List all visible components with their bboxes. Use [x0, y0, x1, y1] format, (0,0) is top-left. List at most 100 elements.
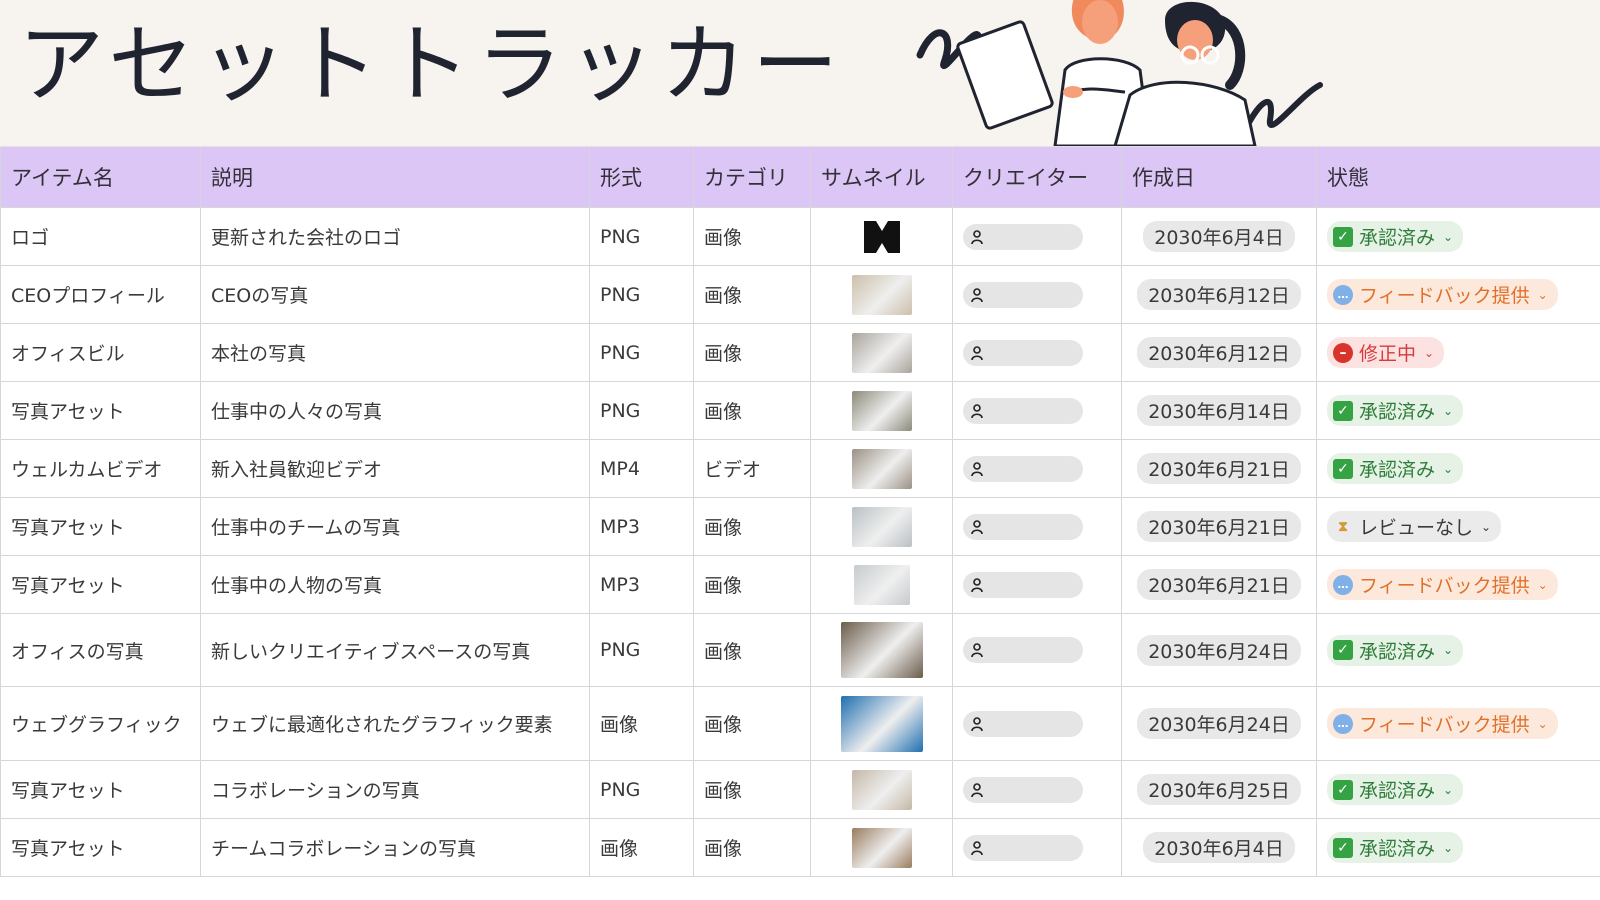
creator-cell[interactable]: [952, 686, 1122, 761]
status-select[interactable]: ✓ 承認済み ⌄: [1327, 634, 1464, 666]
format-cell[interactable]: 画像: [589, 686, 694, 761]
photo-thumbnail[interactable]: [853, 564, 910, 605]
thumbnail-cell[interactable]: [810, 760, 953, 819]
item-name-cell[interactable]: ウェルカムビデオ: [0, 439, 201, 498]
photo-thumbnail[interactable]: [851, 827, 912, 868]
status-select[interactable]: … フィードバック提供 ⌄: [1327, 279, 1558, 310]
status-cell[interactable]: ✓ 承認済み ⌄: [1316, 439, 1600, 498]
creator-pill[interactable]: [963, 223, 1083, 250]
table-row[interactable]: 写真アセット チームコラボレーションの写真 画像 画像 2030年6月4日 ✓ 承認済み ⌄: [0, 818, 1600, 877]
description-cell[interactable]: 新入社員歓迎ビデオ: [200, 439, 590, 498]
status-cell[interactable]: ✓ 承認済み ⌄: [1316, 818, 1600, 877]
photo-thumbnail[interactable]: [851, 332, 912, 373]
thumbnail-cell[interactable]: [810, 555, 953, 614]
category-cell[interactable]: 画像: [693, 497, 811, 556]
description-cell[interactable]: 仕事中のチームの写真: [200, 497, 590, 556]
column-header-creator[interactable]: クリエイター: [952, 147, 1122, 208]
column-header-description[interactable]: 説明: [200, 147, 590, 208]
status-select[interactable]: ✓ 承認済み ⌄: [1327, 774, 1464, 805]
thumbnail-cell[interactable]: [810, 613, 953, 687]
format-cell[interactable]: PNG: [589, 760, 694, 819]
photo-thumbnail[interactable]: [851, 448, 912, 489]
category-cell[interactable]: 画像: [693, 381, 811, 440]
status-cell[interactable]: … フィードバック提供 ⌄: [1316, 555, 1600, 614]
creator-cell[interactable]: [952, 497, 1122, 556]
created-date-cell[interactable]: 2030年6月24日: [1121, 686, 1317, 761]
column-header-category[interactable]: カテゴリ: [693, 147, 811, 208]
creator-cell[interactable]: [952, 555, 1122, 614]
table-row[interactable]: 写真アセット 仕事中の人物の写真 MP3 画像 2030年6月21日 … フィードバック提供…: [0, 555, 1600, 614]
item-name-cell[interactable]: オフィスの写真: [0, 613, 201, 687]
photo-thumbnail[interactable]: [840, 695, 923, 752]
created-date-cell[interactable]: 2030年6月25日: [1121, 760, 1317, 819]
photo-thumbnail[interactable]: [840, 622, 923, 678]
category-cell[interactable]: 画像: [693, 323, 811, 382]
item-name-cell[interactable]: 写真アセット: [0, 381, 201, 440]
table-row[interactable]: CEOプロフィール CEOの写真 PNG 画像 2030年6月12日 … フィードバック提供…: [0, 265, 1600, 324]
status-select[interactable]: … フィードバック提供 ⌄: [1327, 569, 1558, 600]
status-cell[interactable]: ✓ 承認済み ⌄: [1316, 613, 1600, 687]
creator-cell[interactable]: [952, 323, 1122, 382]
creator-cell[interactable]: [952, 439, 1122, 498]
created-date-cell[interactable]: 2030年6月4日: [1121, 207, 1317, 266]
description-cell[interactable]: コラボレーションの写真: [200, 760, 590, 819]
status-cell[interactable]: – 修正中 ⌄: [1316, 323, 1600, 382]
item-name-cell[interactable]: ロゴ: [0, 207, 201, 266]
description-cell[interactable]: 仕事中の人々の写真: [200, 381, 590, 440]
status-select[interactable]: … フィードバック提供 ⌄: [1327, 708, 1558, 739]
creator-cell[interactable]: [952, 760, 1122, 819]
status-select[interactable]: ✓ 承認済み ⌄: [1327, 221, 1464, 252]
thumbnail-cell[interactable]: [810, 497, 953, 556]
table-row[interactable]: 写真アセット 仕事中のチームの写真 MP3 画像 2030年6月21日 ⧗ レビューなし ⌄: [0, 497, 1600, 556]
creator-cell[interactable]: [952, 818, 1122, 877]
creator-pill[interactable]: [963, 637, 1083, 663]
creator-pill[interactable]: [963, 339, 1083, 366]
status-select[interactable]: ✓ 承認済み ⌄: [1327, 395, 1464, 426]
creator-pill[interactable]: [963, 281, 1083, 308]
format-cell[interactable]: 画像: [589, 818, 694, 877]
status-cell[interactable]: … フィードバック提供 ⌄: [1316, 265, 1600, 324]
format-cell[interactable]: PNG: [589, 613, 694, 687]
thumbnail-cell[interactable]: [810, 207, 953, 266]
column-header-thumbnail[interactable]: サムネイル: [810, 147, 953, 208]
item-name-cell[interactable]: オフィスビル: [0, 323, 201, 382]
status-cell[interactable]: … フィードバック提供 ⌄: [1316, 686, 1600, 761]
table-row[interactable]: 写真アセット コラボレーションの写真 PNG 画像 2030年6月25日 ✓ 承認済み ⌄: [0, 760, 1600, 819]
thumbnail-cell[interactable]: [810, 686, 953, 761]
photo-thumbnail[interactable]: [851, 506, 912, 547]
description-cell[interactable]: ウェブに最適化されたグラフィック要素: [200, 686, 590, 761]
table-row[interactable]: ウェルカムビデオ 新入社員歓迎ビデオ MP4 ビデオ 2030年6月21日 ✓ 承認済み ⌄: [0, 439, 1600, 498]
photo-thumbnail[interactable]: [851, 390, 912, 431]
table-row[interactable]: オフィスビル 本社の写真 PNG 画像 2030年6月12日 – 修正中 ⌄: [0, 323, 1600, 382]
category-cell[interactable]: 画像: [693, 818, 811, 877]
status-cell[interactable]: ⧗ レビューなし ⌄: [1316, 497, 1600, 556]
creator-cell[interactable]: [952, 265, 1122, 324]
format-cell[interactable]: PNG: [589, 323, 694, 382]
format-cell[interactable]: PNG: [589, 381, 694, 440]
table-row[interactable]: 写真アセット 仕事中の人々の写真 PNG 画像 2030年6月14日 ✓ 承認済み ⌄: [0, 381, 1600, 440]
photo-thumbnail[interactable]: [851, 769, 912, 810]
status-select[interactable]: ✓ 承認済み ⌄: [1327, 453, 1464, 484]
creator-cell[interactable]: [952, 207, 1122, 266]
status-cell[interactable]: ✓ 承認済み ⌄: [1316, 760, 1600, 819]
description-cell[interactable]: CEOの写真: [200, 265, 590, 324]
category-cell[interactable]: 画像: [693, 555, 811, 614]
table-row[interactable]: ロゴ 更新された会社のロゴ PNG 画像 2030年6月4日 ✓ 承認済み ⌄: [0, 207, 1600, 266]
format-cell[interactable]: MP3: [589, 555, 694, 614]
status-cell[interactable]: ✓ 承認済み ⌄: [1316, 207, 1600, 266]
column-header-status[interactable]: 状態: [1316, 147, 1600, 208]
created-date-cell[interactable]: 2030年6月4日: [1121, 818, 1317, 877]
status-select[interactable]: ✓ 承認済み ⌄: [1327, 832, 1464, 863]
item-name-cell[interactable]: CEOプロフィール: [0, 265, 201, 324]
creator-pill[interactable]: [963, 571, 1083, 598]
category-cell[interactable]: 画像: [693, 760, 811, 819]
logo-thumbnail[interactable]: [861, 216, 902, 257]
created-date-cell[interactable]: 2030年6月12日: [1121, 265, 1317, 324]
item-name-cell[interactable]: 写真アセット: [0, 497, 201, 556]
item-name-cell[interactable]: 写真アセット: [0, 760, 201, 819]
table-row[interactable]: ウェブグラフィック ウェブに最適化されたグラフィック要素 画像 画像 2030年6月24…: [0, 686, 1600, 761]
format-cell[interactable]: PNG: [589, 207, 694, 266]
creator-cell[interactable]: [952, 381, 1122, 440]
description-cell[interactable]: 本社の写真: [200, 323, 590, 382]
column-header-format[interactable]: 形式: [589, 147, 694, 208]
